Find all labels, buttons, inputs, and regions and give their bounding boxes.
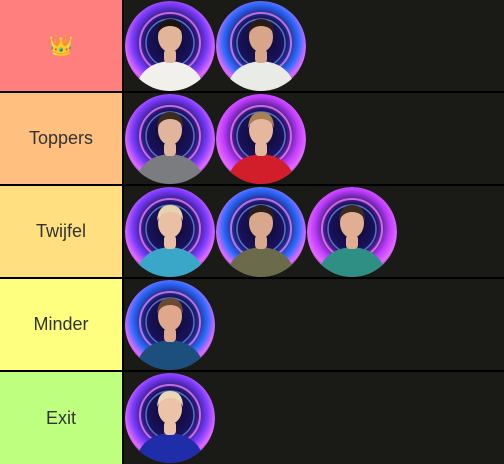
tier-label-exit[interactable]: Exit — [0, 372, 124, 464]
contestant-avatar[interactable] — [125, 0, 215, 91]
tier-items-twijfel[interactable] — [124, 186, 504, 277]
tier-label-minder[interactable]: Minder — [0, 279, 124, 370]
contestant-avatar[interactable] — [216, 0, 306, 91]
tier-list: 👑 Toppers Twijfel Minder Exit — [0, 0, 504, 464]
contestant-avatar[interactable] — [125, 93, 215, 184]
tier-label-text: Minder — [33, 314, 89, 334]
crown-icon: 👑 — [48, 35, 74, 57]
tier-label-text: Twijfel — [35, 221, 86, 241]
tier-row-exit: Exit — [0, 372, 504, 464]
contestant-avatar[interactable] — [216, 93, 306, 184]
contestant-avatar[interactable] — [125, 186, 215, 277]
tier-row-crown: 👑 — [0, 0, 504, 91]
contestant-avatar[interactable] — [125, 373, 215, 463]
tier-label-toppers[interactable]: Toppers — [0, 93, 124, 184]
contestant-avatar[interactable] — [125, 279, 215, 370]
tier-items-minder[interactable] — [124, 279, 504, 370]
tier-row-minder: Minder — [0, 279, 504, 370]
tier-items-crown[interactable] — [124, 0, 504, 91]
tier-label-text: Exit — [45, 407, 76, 428]
tier-items-toppers[interactable] — [124, 93, 504, 184]
tier-label-text: Toppers — [28, 128, 94, 148]
contestant-avatar[interactable] — [216, 186, 306, 277]
tier-row-twijfel: Twijfel — [0, 186, 504, 277]
tier-label-twijfel[interactable]: Twijfel — [0, 186, 124, 277]
contestant-avatar[interactable] — [307, 186, 397, 277]
tier-items-exit[interactable] — [124, 372, 504, 464]
tier-row-toppers: Toppers — [0, 93, 504, 184]
tier-label-crown[interactable]: 👑 — [0, 0, 124, 91]
